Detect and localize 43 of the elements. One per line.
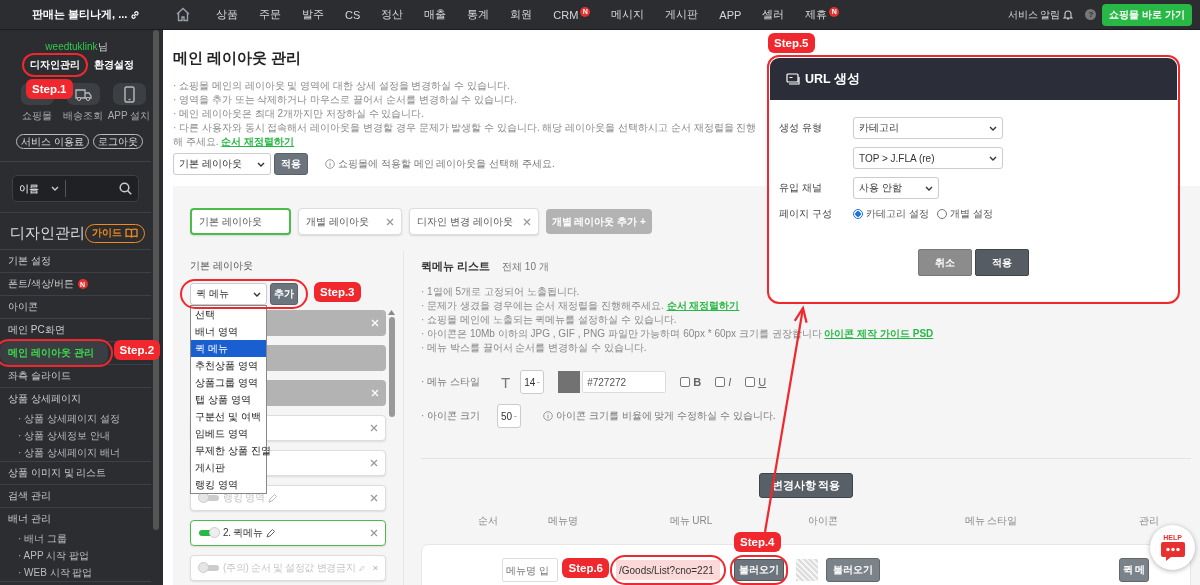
checkbox-label: I (728, 376, 732, 388)
page-title: 메인 레이아웃 관리 (173, 49, 302, 67)
field-label: · 아이콘 크기 (421, 409, 481, 423)
section-title: 퀵메뉴 리스트 (421, 259, 491, 274)
column-title: 기본 레이아웃 (190, 259, 254, 273)
note-text: · 메인 레이아웃은 최대 2개까지만 저장하실 수 있습니다. (173, 107, 425, 121)
step-tooltip: Step.4 (734, 532, 781, 552)
column-header: 순서 (477, 514, 499, 528)
checkbox-label: B (693, 376, 702, 388)
user-name: weedtuklink님 (44, 41, 109, 53)
column-header: 아이콘 (807, 514, 839, 528)
dialog-title: URL 생성 (805, 70, 860, 88)
hint-text: 쇼핑몰에 적용할 메인 레이아웃을 선택해 주세요. (338, 157, 555, 171)
section-title: 디자인관리 (10, 223, 85, 243)
hint-text: 아이콘 크기를 비율에 맞게 수정하실 수 있습니다. (556, 409, 776, 423)
checkbox-label: U (758, 376, 767, 388)
shortcut-label: 배송조회 (63, 110, 103, 122)
field-label: · 메뉴 스타일 (421, 375, 481, 389)
note-text: · 메뉴 박스를 끌어서 순서를 변경하실 수 있습니다. (421, 341, 648, 355)
step-tooltip: Step.2 (113, 340, 161, 360)
step-tooltip: Step.6 (562, 558, 609, 578)
radio-label: 카테고리 설정 (866, 207, 929, 221)
note-text: · 쇼핑몰 메인의 레이아웃 및 영역에 대한 상세 설정을 변경하실 수 있습니다. (173, 79, 510, 93)
column-header: 관리 (1138, 514, 1160, 528)
shortcut-label: APP 설치 (107, 110, 151, 122)
note-text: · 쇼핑몰 메인에 노출되는 퀵메뉴를 설정하실 수 있습니다. (421, 313, 678, 327)
column-header: 메뉴 URL (668, 514, 714, 528)
item-count: 전체 10 개 (502, 260, 549, 274)
radio-label: 개별 설정 (949, 207, 993, 221)
note-text: · 1열에 5개로 고정되어 노출됩니다. (421, 285, 581, 299)
shortcut-label: 쇼핑몰 (22, 110, 52, 122)
font-size-label: T (501, 373, 511, 391)
step-tooltip: Step.1 (26, 79, 73, 99)
step-tooltip: Step.5 (768, 33, 815, 53)
block-label: 2. 퀵메뉴 (223, 526, 263, 540)
note-text: · 다른 사용자와 동시 접속해서 레이아웃을 변경할 경우 문제가 발생할 수 있습니다. 해당 레이아웃을 선택하시고 순서 재정렬을 진행해 주세요. 순서 재정렬하기 (173, 121, 758, 149)
step-tooltip: Step.3 (314, 282, 361, 302)
field-label: 유입 채널 (779, 181, 823, 195)
column-header: 메뉴명 (547, 514, 579, 528)
field-label: 생성 유형 (779, 121, 823, 135)
field-label: 페이지 구성 (779, 207, 833, 221)
column-header: 메뉴 스타일 (963, 514, 1019, 528)
note-text: · 영역을 추가 또는 삭제하거나 마우스로 끌어서 순서를 변경하실 수 있습니다. (173, 93, 517, 107)
